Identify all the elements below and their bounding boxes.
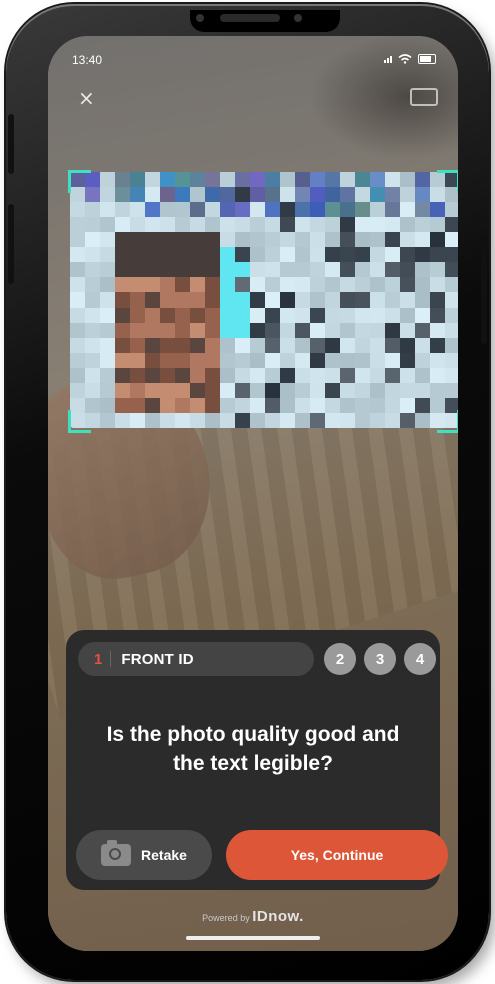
step-4-indicator: 4: [404, 643, 436, 675]
quality-question: Is the photo quality good and the text l…: [66, 720, 440, 778]
notch: [190, 10, 340, 32]
current-step-pill: 1 FRONT ID: [78, 642, 314, 676]
mute-switch: [8, 114, 14, 174]
status-bar: 13:40: [48, 36, 458, 76]
wifi-icon: [398, 54, 412, 64]
frame-corner-bottom-right: [437, 410, 458, 433]
home-indicator[interactable]: [186, 936, 320, 940]
status-icons: [384, 54, 436, 64]
step-number: 1: [94, 650, 103, 668]
card-image: [70, 172, 458, 428]
step-2-indicator: 2: [324, 643, 356, 675]
camera-icon: [101, 840, 132, 866]
frame-corner-top-right: [437, 170, 458, 193]
frame-corner-bottom-left: [68, 410, 91, 433]
speaker: [220, 14, 280, 22]
close-icon[interactable]: ×: [78, 86, 95, 110]
step-divider: [110, 651, 112, 667]
step-label: FRONT ID: [121, 650, 194, 668]
question-line-1: Is the photo quality good and: [106, 723, 400, 746]
power-button: [481, 244, 487, 344]
battery-icon: [418, 54, 436, 64]
question-line-2: the text legible?: [173, 752, 333, 775]
retake-label: Retake: [141, 847, 187, 863]
volume-button: [8, 204, 14, 284]
confirmation-panel: 1 FRONT ID 2 3 4 Is the photo quality go…: [66, 630, 448, 890]
front-camera: [196, 14, 204, 22]
powered-by-text: Powered by: [202, 913, 250, 923]
powered-by: Powered by IDnow.: [48, 908, 458, 925]
brand-logo: IDnow.: [252, 908, 304, 925]
signal-icon: [384, 55, 392, 63]
status-time: 13:40: [72, 53, 103, 67]
id-card-photo: [70, 172, 458, 428]
screen: 13:40 × 1 FRONT ID 2 3 4 Is the photo qu…: [48, 36, 458, 951]
flashlight-icon[interactable]: [410, 88, 438, 106]
step-3-indicator: 3: [364, 643, 396, 675]
continue-button[interactable]: Yes, Continue: [226, 830, 448, 880]
sensor: [294, 14, 302, 22]
frame-corner-top-left: [68, 170, 91, 193]
retake-button[interactable]: Retake: [76, 830, 212, 880]
